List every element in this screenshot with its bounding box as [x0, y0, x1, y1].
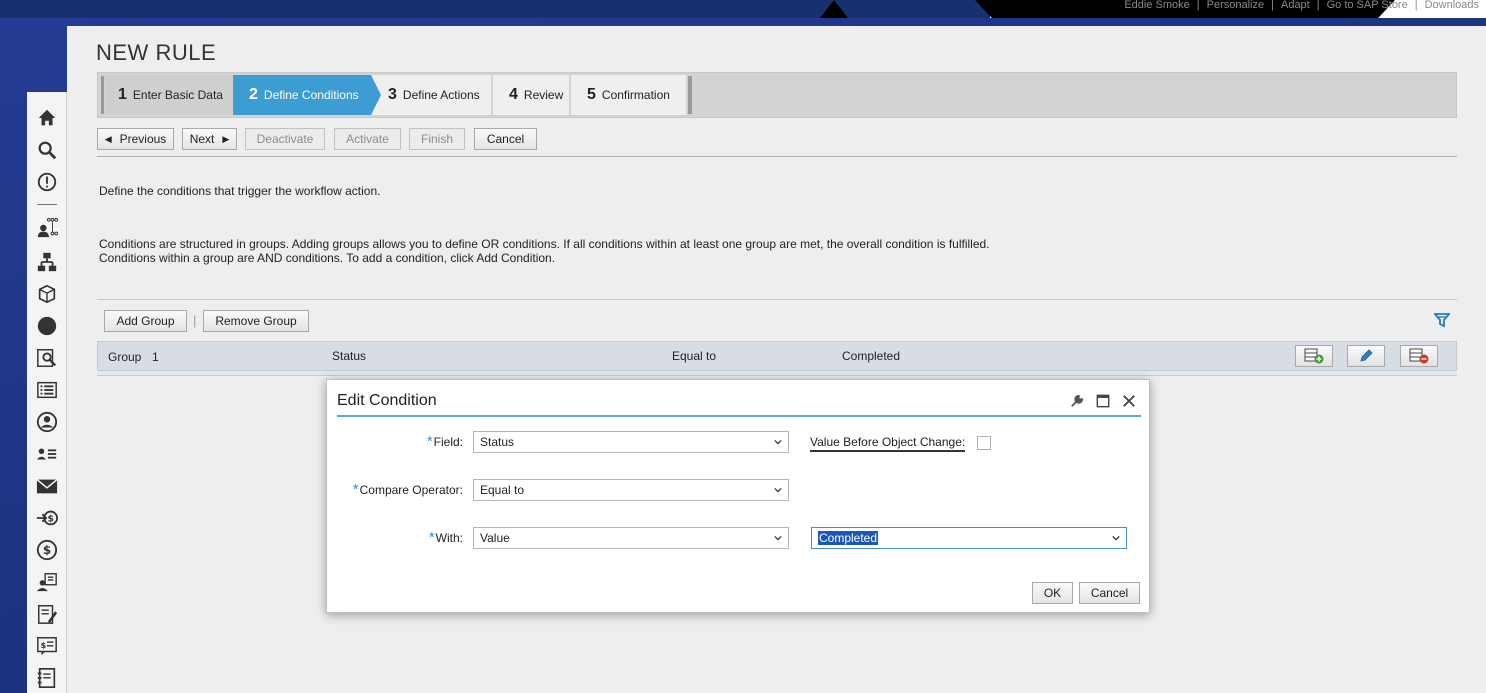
group-toolbar-separator: |: [193, 313, 197, 328]
nav-divider: [37, 204, 57, 205]
alert-icon[interactable]: [35, 170, 59, 194]
mail-icon[interactable]: [35, 474, 59, 498]
wizard-step-define-conditions[interactable]: 2 Define Conditions: [233, 75, 381, 115]
dialog-title: Edit Condition: [337, 392, 437, 409]
wizard-step-review[interactable]: 4 Review: [492, 75, 569, 115]
svg-text:$: $: [40, 640, 46, 650]
group-number: 1: [152, 350, 159, 364]
group-label: Group: [108, 350, 142, 364]
group-row: Group 1 Status Equal to Completed: [97, 341, 1457, 371]
notebook-icon[interactable]: [35, 666, 59, 690]
remove-group-button[interactable]: Remove Group: [203, 310, 309, 332]
svg-text:$: $: [43, 543, 51, 557]
toolbar-divider: [97, 156, 1457, 157]
personalize-link[interactable]: Personalize: [1200, 0, 1271, 11]
search-icon[interactable]: [35, 138, 59, 162]
ok-button[interactable]: OK: [1032, 582, 1073, 604]
filter-icon[interactable]: [1433, 312, 1451, 328]
shell-header: Eddie Smoke | Personalize | Adapt | Go t…: [0, 0, 1486, 18]
value-before-change-label: Value Before Object Change:: [810, 435, 966, 452]
package-icon[interactable]: [35, 282, 59, 306]
help-text-line1: Conditions are structured in groups. Add…: [99, 237, 990, 251]
money-in-icon[interactable]: $: [35, 506, 59, 530]
group-body: [97, 371, 1457, 376]
field-select[interactable]: Status: [473, 431, 789, 453]
finish-button[interactable]: Finish: [409, 128, 465, 150]
cancel-button[interactable]: Cancel: [474, 128, 537, 150]
home-icon[interactable]: [35, 106, 59, 130]
dialog-cancel-button[interactable]: Cancel: [1079, 582, 1140, 604]
delete-condition-button[interactable]: [1400, 345, 1438, 367]
wrench-icon[interactable]: [1069, 393, 1085, 409]
dollar-icon[interactable]: $: [35, 538, 59, 562]
inspect-icon[interactable]: [35, 346, 59, 370]
wizard-step-confirmation[interactable]: 5 Confirmation: [570, 75, 686, 115]
add-condition-button[interactable]: [1295, 345, 1333, 367]
deactivate-button[interactable]: Deactivate: [245, 128, 325, 150]
chevron-right-icon: ▶: [222, 133, 230, 144]
left-navigation: $ $ $: [27, 92, 67, 693]
remove-condition-icon: [1409, 348, 1429, 364]
edit-condition-dialog: Edit Condition *Field: Status Value Befo…: [326, 379, 1150, 613]
chevron-down-icon: [774, 535, 782, 541]
person-card-icon[interactable]: [35, 570, 59, 594]
maximize-icon[interactable]: [1095, 393, 1111, 409]
org-people-icon[interactable]: [35, 216, 59, 240]
sap-store-link[interactable]: Go to SAP Store: [1320, 0, 1415, 11]
header-decoration: [820, 0, 848, 18]
user-menu: Eddie Smoke | Personalize | Adapt | Go t…: [1117, 0, 1486, 12]
hierarchy-icon[interactable]: [35, 250, 59, 274]
wizard-step-define-actions[interactable]: 3 Define Actions: [372, 75, 491, 115]
edit-condition-button[interactable]: [1347, 345, 1385, 367]
pencil-icon: [1360, 349, 1373, 362]
compare-operator-select[interactable]: Equal to: [473, 479, 789, 501]
people-list-icon[interactable]: [35, 442, 59, 466]
chevron-down-icon: [774, 487, 782, 493]
sign-doc-icon[interactable]: [35, 602, 59, 626]
field-label: *Field:: [426, 433, 463, 450]
with-label: *With:: [428, 529, 463, 546]
wizard-step-enter-basic-data[interactable]: 1 Enter Basic Data: [105, 75, 232, 115]
with-type-select[interactable]: Value: [473, 527, 789, 549]
condition-field: Status: [332, 349, 367, 363]
adapt-link[interactable]: Adapt: [1274, 0, 1317, 11]
wizard-steps: 1 Enter Basic Data 2 Define Conditions 3…: [97, 72, 1457, 118]
previous-button[interactable]: ◀ Previous: [97, 128, 174, 150]
chevron-down-icon: [774, 439, 782, 445]
next-button[interactable]: Next ▶: [182, 128, 237, 150]
compare-operator-label: *Compare Operator:: [352, 481, 463, 498]
list-icon[interactable]: [35, 378, 59, 402]
page-title: NEW RULE: [96, 40, 217, 65]
circle-icon[interactable]: [35, 314, 59, 338]
value-before-change-checkbox[interactable]: [977, 436, 991, 450]
activate-button[interactable]: Activate: [334, 128, 401, 150]
with-value-select[interactable]: Completed: [811, 527, 1127, 549]
chevron-down-icon: [1112, 535, 1120, 541]
svg-text:$: $: [47, 514, 53, 525]
user-circle-icon[interactable]: [35, 410, 59, 434]
add-condition-icon: [1304, 348, 1324, 364]
price-list-icon[interactable]: $: [35, 634, 59, 658]
intro-text: Define the conditions that trigger the w…: [99, 184, 381, 198]
condition-value: Completed: [842, 349, 901, 363]
chevron-left-icon: ◀: [104, 133, 112, 144]
add-group-button[interactable]: Add Group: [104, 310, 187, 332]
section-divider: [97, 299, 1457, 300]
user-name-link[interactable]: Eddie Smoke: [1117, 0, 1196, 11]
close-icon[interactable]: [1121, 393, 1137, 409]
dialog-title-underline: [337, 415, 1141, 417]
downloads-link[interactable]: Downloads: [1418, 0, 1486, 11]
help-text-line2: Conditions within a group are AND condit…: [99, 251, 556, 265]
condition-operator: Equal to: [672, 349, 717, 363]
